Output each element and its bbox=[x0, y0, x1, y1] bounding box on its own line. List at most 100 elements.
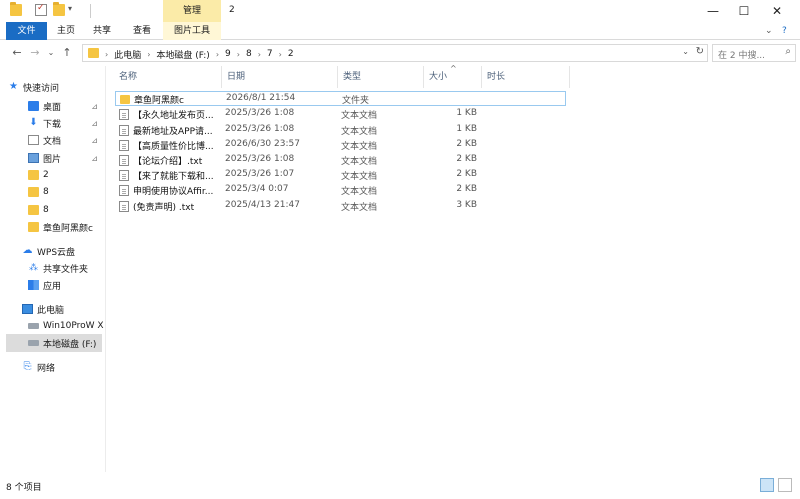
address-dropdown-icon[interactable]: ⌄ bbox=[682, 47, 689, 56]
crumb-drive[interactable]: 本地磁盘 (F:) bbox=[152, 48, 213, 61]
column-date[interactable]: 日期 bbox=[221, 66, 337, 88]
refresh-button[interactable]: ↻ bbox=[696, 46, 704, 57]
file-type: 文本文档 bbox=[341, 187, 378, 197]
nav-label: 网络 bbox=[37, 363, 56, 374]
text-file-icon bbox=[119, 185, 129, 196]
file-type: 文本文档 bbox=[341, 127, 378, 137]
tab-view[interactable]: 查看 bbox=[126, 22, 158, 40]
back-button[interactable]: ← bbox=[10, 45, 24, 61]
pictures-icon bbox=[28, 153, 39, 163]
new-folder-icon[interactable] bbox=[53, 2, 65, 16]
chevron-right-icon[interactable]: › bbox=[235, 50, 242, 59]
folder-icon bbox=[28, 170, 39, 180]
chevron-right-icon[interactable]: › bbox=[214, 50, 221, 59]
nav-folder-8b[interactable]: 8 bbox=[28, 201, 104, 219]
pc-icon bbox=[22, 304, 33, 314]
folder-icon bbox=[28, 187, 39, 197]
status-bar: 8 个项目 bbox=[0, 474, 800, 499]
pin-icon: ⊿ bbox=[91, 153, 98, 163]
column-duration[interactable]: 时长 bbox=[481, 66, 569, 88]
nav-folder-8a[interactable]: 8 bbox=[28, 183, 104, 201]
maximize-button[interactable]: ☐ bbox=[729, 0, 759, 22]
column-type[interactable]: 类型 bbox=[337, 66, 423, 88]
drive-icon bbox=[28, 340, 39, 346]
recent-locations-button[interactable]: ⌄ bbox=[44, 45, 58, 61]
list-item[interactable]: 最新地址及APP请... 2025/3/26 1:08 文本文档 1 KB bbox=[115, 123, 566, 138]
text-file-icon bbox=[119, 201, 129, 212]
file-size: 2 KB bbox=[456, 169, 477, 179]
document-icon bbox=[28, 135, 39, 145]
help-icon[interactable]: ? bbox=[782, 26, 787, 36]
nav-wps-cloud[interactable]: ☁ WPS云盘 bbox=[22, 242, 104, 260]
file-date: 2025/4/13 21:47 bbox=[225, 200, 300, 210]
tab-share[interactable]: 共享 bbox=[86, 22, 118, 40]
chevron-right-icon[interactable]: › bbox=[277, 50, 284, 59]
network-icon: ⎘ bbox=[23, 361, 32, 372]
tab-picture-tools[interactable]: 图片工具 bbox=[163, 22, 221, 40]
nav-label: Win10ProW X bbox=[43, 321, 104, 331]
search-icon[interactable]: ⌕ bbox=[785, 46, 791, 57]
nav-quick-access[interactable]: ★ 快速访问 bbox=[8, 78, 112, 96]
nav-folder-zhangyu[interactable]: 章鱼阿黑颜c bbox=[28, 218, 104, 236]
list-item[interactable]: 【永久地址发布页... 2025/3/26 1:08 文本文档 1 KB bbox=[115, 107, 566, 122]
tab-file[interactable]: 文件 bbox=[6, 22, 47, 40]
forward-button[interactable]: → bbox=[28, 45, 42, 61]
list-item[interactable]: 【高质量性价比博... 2026/6/30 23:57 文本文档 2 KB bbox=[115, 138, 566, 153]
file-size: 3 KB bbox=[456, 200, 477, 210]
minimize-button[interactable]: — bbox=[698, 0, 728, 22]
list-item[interactable]: (免责声明) .txt 2025/4/13 21:47 文本文档 3 KB bbox=[115, 199, 566, 214]
app-folder-icon bbox=[10, 2, 22, 16]
nav-apps[interactable]: 应用 bbox=[28, 276, 104, 294]
crumb-7[interactable]: 7 bbox=[263, 49, 277, 59]
share-icon: ⁂ bbox=[29, 263, 38, 273]
nav-drive-win10[interactable]: Win10ProW X bbox=[28, 317, 104, 335]
column-name[interactable]: 名称 bbox=[113, 66, 221, 88]
nav-label: 文档 bbox=[43, 136, 62, 147]
close-button[interactable]: ✕ bbox=[762, 0, 792, 22]
nav-label: 8 bbox=[43, 205, 49, 215]
crumb-8[interactable]: 8 bbox=[242, 49, 256, 59]
nav-drive-f[interactable]: 本地磁盘 (F:) bbox=[6, 334, 102, 352]
properties-icon[interactable] bbox=[35, 3, 47, 16]
large-icons-view-button[interactable] bbox=[778, 478, 792, 492]
list-item[interactable]: 【论坛介绍】.txt 2025/3/26 1:08 文本文档 2 KB bbox=[115, 153, 566, 168]
crumb-2[interactable]: 2 bbox=[284, 49, 298, 59]
up-button[interactable]: ↑ bbox=[60, 45, 74, 61]
chevron-right-icon[interactable]: › bbox=[145, 50, 152, 59]
nav-shared-folder[interactable]: ⁂ 共享文件夹 bbox=[28, 259, 104, 277]
address-bar[interactable]: › 此电脑 › 本地磁盘 (F:) › 9 › 8 › 7 › 2 ⌄ ↻ bbox=[82, 44, 708, 62]
details-view-button[interactable] bbox=[760, 478, 774, 492]
nav-label: 章鱼阿黑颜c bbox=[43, 223, 93, 234]
nav-label: 桌面 bbox=[43, 102, 62, 113]
nav-folder-2[interactable]: 2 bbox=[28, 166, 104, 184]
crumb-9[interactable]: 9 bbox=[221, 49, 235, 59]
apps-icon bbox=[28, 280, 39, 290]
search-placeholder: 在 2 中搜... bbox=[718, 51, 766, 61]
nav-label: 共享文件夹 bbox=[43, 264, 89, 275]
file-size: 1 KB bbox=[456, 108, 477, 118]
list-item[interactable]: 申明使用协议Affir... 2025/3/4 0:07 文本文档 2 KB bbox=[115, 183, 566, 198]
list-item[interactable]: 【来了就能下载和... 2025/3/26 1:07 文本文档 2 KB bbox=[115, 168, 566, 183]
search-box[interactable]: 在 2 中搜... ⌕ bbox=[712, 44, 796, 62]
quick-access-dropdown-icon[interactable]: ▾ bbox=[68, 4, 72, 13]
crumb-this-pc[interactable]: 此电脑 bbox=[110, 48, 145, 61]
file-size: 1 KB bbox=[456, 124, 477, 134]
column-divider[interactable] bbox=[569, 66, 570, 88]
nav-label: 应用 bbox=[43, 281, 62, 292]
download-icon: ⬇ bbox=[29, 117, 38, 128]
file-date: 2026/8/1 21:54 bbox=[226, 93, 296, 103]
chevron-right-icon[interactable]: › bbox=[256, 50, 263, 59]
nav-this-pc[interactable]: 此电脑 bbox=[22, 300, 104, 318]
nav-documents[interactable]: 文档 ⊿ bbox=[28, 131, 104, 149]
file-type: 文本文档 bbox=[341, 142, 378, 152]
text-file-icon bbox=[119, 109, 129, 120]
nav-network[interactable]: ⎘ 网络 bbox=[22, 358, 104, 376]
ribbon-collapse-icon[interactable]: ⌄ bbox=[765, 26, 773, 36]
folder-icon bbox=[28, 222, 39, 232]
nav-desktop[interactable]: 桌面 ⊿ bbox=[28, 97, 104, 115]
file-date: 2025/3/26 1:08 bbox=[225, 154, 295, 164]
nav-pictures[interactable]: 图片 ⊿ bbox=[28, 149, 104, 167]
nav-downloads[interactable]: ⬇ 下载 ⊿ bbox=[28, 114, 104, 132]
list-item[interactable]: 章鱼阿黑颜c 2026/8/1 21:54 文件夹 bbox=[115, 91, 566, 106]
tab-home[interactable]: 主页 bbox=[50, 22, 82, 40]
